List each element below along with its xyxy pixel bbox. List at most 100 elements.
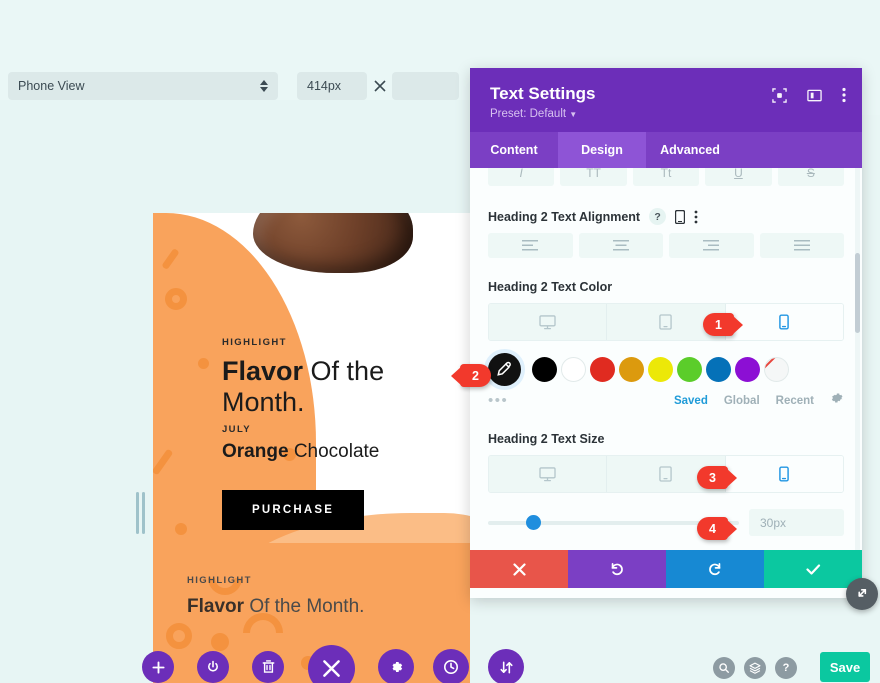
swatch-purple[interactable] [735,357,760,382]
align-left-button[interactable] [488,233,573,258]
search-button[interactable] [713,657,735,679]
text-size-label-text: Heading 2 Text Size [488,432,605,446]
phone-icon[interactable] [675,209,686,224]
align-center-button[interactable] [578,233,663,258]
slider-knob[interactable] [525,515,541,530]
phone-preview-frame: HIGHLIGHT Flavor Of the Month. JULY Oran… [153,213,470,683]
preview-content: HIGHLIGHT Flavor Of the Month. JULY Oran… [153,213,470,683]
text-size-phone-device[interactable] [725,456,843,492]
recent-colors-link[interactable]: Recent [776,395,814,407]
view-mode-select[interactable]: Phone View [8,72,278,100]
purchase-button[interactable]: PURCHASE [222,490,365,530]
text-settings-panel: Text Settings Preset: Default ▼ Content … [470,68,878,610]
swatch-transparent[interactable] [764,357,789,382]
text-color-desktop-device[interactable] [489,304,608,340]
block2-heading: Flavor Of the Month. [187,596,467,618]
text-size-value: 30px [760,515,787,530]
block2-heading-rest: Of the Month. [249,596,365,617]
block1-heading: Flavor Of the Month. [222,356,407,418]
capitalize-button[interactable]: Tt [632,168,700,186]
sort-button[interactable] [488,649,524,683]
delete-button[interactable] [252,651,284,683]
text-color-phone-device[interactable] [725,304,843,340]
swatch-white[interactable] [561,357,586,382]
align-justify-button[interactable] [759,233,844,258]
swatch-yellow[interactable] [648,357,673,382]
discard-changes-button[interactable] [470,550,568,588]
view-mode-value: Phone View [18,79,85,93]
close-icon[interactable] [370,72,390,100]
chevron-down-icon: ▼ [569,110,578,119]
panel-header-actions [772,87,846,103]
swatch-red[interactable] [590,357,615,382]
preview-canvas: HIGHLIGHT Flavor Of the Month. JULY Oran… [0,100,470,683]
text-size-desktop-device[interactable] [489,456,608,492]
text-color-device-tabs [488,303,844,341]
panel-footer [470,550,878,610]
swatch-orange[interactable] [619,357,644,382]
callout-badge-2: 2 [451,364,491,387]
tab-advanced[interactable]: Advanced [646,132,734,168]
panel-scrollbar-thumb[interactable] [855,253,860,333]
text-size-section-label: Heading 2 Text Size [470,432,862,446]
block2-heading-bold: Flavor [187,596,245,617]
text-color-label-text: Heading 2 Text Color [488,280,613,294]
add-module-button[interactable] [142,651,174,683]
block1-subheading: Orange Chocolate [222,441,407,463]
swatch-black[interactable] [532,357,557,382]
undo-button[interactable] [568,550,666,588]
alignment-section-label: Heading 2 Text Alignment ? [470,208,862,225]
save-changes-button[interactable] [764,550,862,588]
panel-preset-label: Preset: Default [490,108,567,120]
preview-block-two: HIGHLIGHT Flavor Of the Month. [187,575,467,618]
callout-badge-4: 4 [697,517,737,540]
swatch-green[interactable] [677,357,702,382]
color-meta-row: ••• Saved Global Recent [470,391,862,410]
focus-target-icon[interactable] [772,87,787,103]
panel-preset[interactable]: Preset: Default ▼ [490,108,842,120]
kebab-menu-icon[interactable] [842,87,846,103]
text-size-device-tabs [488,455,844,493]
layout-split-icon[interactable] [807,88,822,103]
panel-scrollbar-track[interactable] [855,168,860,550]
layers-button[interactable] [744,657,766,679]
saved-colors-link[interactable]: Saved [674,395,708,407]
secondary-width-input[interactable] [392,72,459,100]
history-button[interactable] [433,649,469,683]
help-button[interactable]: ? [775,657,797,679]
callout-badge-1: 1 [703,313,743,336]
more-colors-icon[interactable]: ••• [488,393,508,408]
panel-resize-handle[interactable] [846,578,878,610]
align-right-button[interactable] [669,233,754,258]
viewport-width-input[interactable]: 414px [297,72,367,100]
uppercase-button[interactable]: TT [560,168,627,186]
resize-drag-handle[interactable] [136,492,146,534]
block1-sub-rest: Chocolate [293,441,380,462]
tab-design[interactable]: Design [558,132,646,168]
block2-eyebrow: HIGHLIGHT [187,575,252,586]
save-page-button[interactable]: Save [820,652,870,682]
italic-button[interactable]: I [488,168,555,186]
settings-button[interactable] [378,649,414,683]
color-swatch-row [470,353,862,386]
preview-block-one: HIGHLIGHT Flavor Of the Month. JULY Oran… [222,337,407,530]
app-root: Phone View 414px HIGHLIGHT Flavor Of the… [0,0,880,683]
help-icon[interactable]: ? [649,208,667,225]
text-size-control-row: 30px [470,509,862,536]
viewport-width-value: 414px [307,79,342,93]
block1-sub-bold: Orange [222,441,289,462]
tab-content[interactable]: Content [470,132,558,168]
color-picker-swatch[interactable] [488,353,521,386]
kebab-menu-icon[interactable] [694,210,698,224]
power-toggle-button[interactable] [197,651,229,683]
gear-icon[interactable] [830,391,844,410]
text-color-section-label: Heading 2 Text Color [470,280,862,294]
global-colors-link[interactable]: Global [724,395,760,407]
strikethrough-button[interactable]: S [777,168,845,186]
redo-button[interactable] [666,550,764,588]
panel-body: I TT Tt U S Heading 2 Text Alignment ? H… [470,168,862,550]
swatch-blue[interactable] [706,357,731,382]
callout-badge-3: 3 [697,466,737,489]
text-size-input[interactable]: 30px [749,509,844,536]
underline-button[interactable]: U [705,168,772,186]
